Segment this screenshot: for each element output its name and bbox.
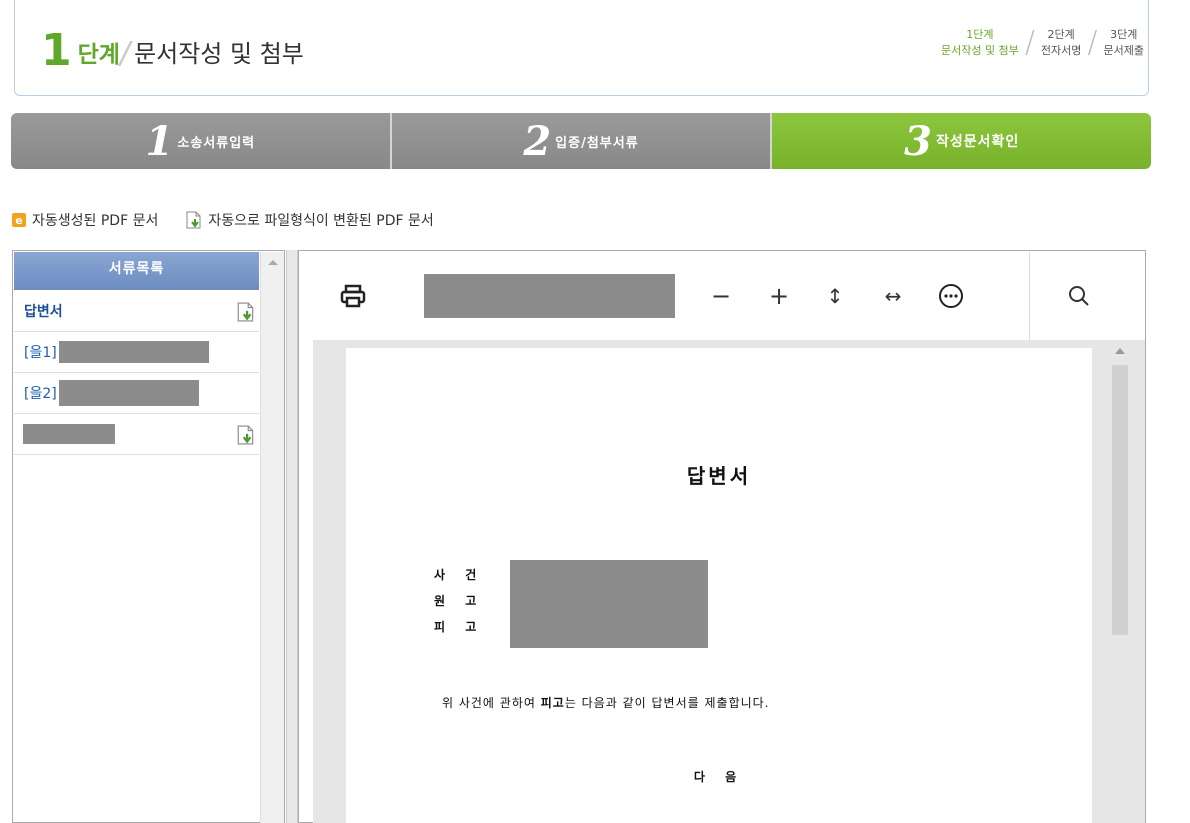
step-indicator-1-name: 문서작성 및 첨부 [940, 43, 1019, 57]
filename-field-redacted [424, 274, 675, 318]
body-text: 는 다음과 같이 답변서를 제출합니다. [564, 696, 770, 710]
tab-number: 2 [523, 117, 552, 165]
scroll-up-icon[interactable] [1115, 348, 1125, 354]
list-item-label: 답변서 [24, 304, 63, 320]
scroll-up-icon[interactable] [268, 260, 278, 265]
document-body-line: 위 사건에 관하여 피고는 다음과 같이 답변서를 제출합니다. [442, 694, 770, 711]
list-item-exhibit-2[interactable]: [을2] [14, 373, 259, 414]
more-options-icon[interactable] [937, 282, 965, 310]
divider-slash: / [1087, 25, 1098, 60]
scrollbar-thumb[interactable] [1112, 365, 1128, 635]
step-number: 1 [41, 25, 72, 76]
step-indicator-2: 2단계 전자서명 [1041, 27, 1081, 59]
converted-pdf-icon [237, 425, 255, 445]
zoom-out-icon[interactable]: − [707, 282, 735, 310]
auto-pdf-icon: e [12, 213, 26, 227]
redacted-block [510, 560, 708, 648]
field-defendant: 피 고 [434, 620, 485, 634]
redacted-block [58, 380, 199, 406]
converted-pdf-icon [237, 302, 255, 322]
document-list: 답변서 [을1] [을2] [14, 291, 259, 455]
viewer-toolbar: − + ↕ ↔ [313, 252, 1145, 340]
panel-splitter[interactable] [286, 250, 298, 823]
step-indicator-1: 1단계 문서작성 및 첨부 [941, 27, 1019, 59]
divider-slash: / [119, 36, 131, 71]
list-item-label: [을2] [24, 386, 57, 402]
zoom-in-icon[interactable]: + [765, 282, 793, 310]
search-icon[interactable] [1065, 282, 1093, 310]
tab-number: 1 [145, 117, 174, 165]
redacted-block [23, 424, 115, 444]
step-name: 문서작성 및 첨부 [134, 40, 304, 68]
tab-document-input[interactable]: 1 소송서류입력 [11, 113, 392, 169]
wizard-tabs: 1 소송서류입력 2 입증/첨부서류 3 작성문서확인 [11, 113, 1151, 169]
tab-label: 작성문서확인 [935, 134, 1020, 150]
pdf-canvas[interactable]: 답변서 사 건 원 고 피 고 위 사건에 관하여 피고는 다음과 같이 답변서… [313, 340, 1145, 823]
step-word: 단계 [77, 42, 120, 68]
field-plaintiff: 원 고 [434, 594, 485, 608]
step-indicator-3-label: 3단계 [1110, 27, 1138, 41]
legend-converted-pdf: 자동으로 파일형식이 변환된 PDF 문서 [208, 213, 434, 229]
field-case: 사 건 [434, 568, 485, 582]
list-item-label: [을1] [24, 345, 57, 361]
legend: e 자동생성된 PDF 문서 자동으로 파일형식이 변환된 PDF 문서 [12, 210, 434, 230]
tab-label: 입증/첨부서류 [555, 135, 639, 151]
step-header: 1 단계 / 문서작성 및 첨부 1단계 문서작성 및 첨부 / 2단계 전자서… [14, 0, 1149, 96]
page-title: 1 단계 / 문서작성 및 첨부 [41, 13, 304, 73]
body-text: 위 사건에 관하여 [442, 696, 541, 710]
document-title: 답변서 [686, 464, 752, 488]
tab-label: 소송서류입력 [177, 135, 256, 151]
list-item-document[interactable] [14, 414, 259, 455]
toolbar-divider [1029, 252, 1030, 340]
tab-number: 3 [904, 117, 932, 165]
redacted-block [58, 341, 209, 363]
print-icon[interactable] [339, 282, 367, 310]
step-indicator-2-name: 전자서명 [1040, 43, 1082, 57]
step-indicator-2-label: 2단계 [1047, 27, 1075, 41]
fit-height-icon[interactable]: ↕ [821, 282, 849, 310]
divider-slash: / [1024, 25, 1035, 60]
list-item-answer[interactable]: 답변서 [14, 291, 259, 332]
pdf-viewer: − + ↕ ↔ 답변서 사 건 원 고 피 고 위 사건에 관하여 피고는 다음… [298, 250, 1146, 823]
step-indicator: 1단계 문서작성 및 첨부 / 2단계 전자서명 / 3단계 문서제출 [941, 25, 1144, 60]
step-indicator-1-label: 1단계 [966, 27, 994, 41]
document-list-scrollbar[interactable] [260, 252, 284, 823]
step-indicator-3: 3단계 문서제출 [1104, 27, 1144, 59]
tab-evidence-attachments[interactable]: 2 입증/첨부서류 [391, 113, 773, 169]
legend-auto-pdf: 자동생성된 PDF 문서 [32, 213, 159, 229]
tab-document-review[interactable]: 3 작성문서확인 [772, 113, 1151, 169]
body-bold: 피고 [540, 696, 565, 710]
pdf-page: 답변서 사 건 원 고 피 고 위 사건에 관하여 피고는 다음과 같이 답변서… [346, 348, 1092, 823]
step-indicator-3-name: 문서제출 [1103, 43, 1144, 57]
fit-width-icon[interactable]: ↔ [879, 282, 907, 310]
list-item-exhibit-1[interactable]: [을1] [14, 332, 259, 373]
document-next-heading: 다 음 [693, 770, 745, 784]
document-list-header: 서류목록 [14, 252, 259, 290]
converted-pdf-icon [186, 211, 202, 229]
viewer-scrollbar[interactable] [1109, 340, 1131, 823]
document-list-panel: 서류목록 답변서 [을1] [을2] [12, 250, 285, 823]
